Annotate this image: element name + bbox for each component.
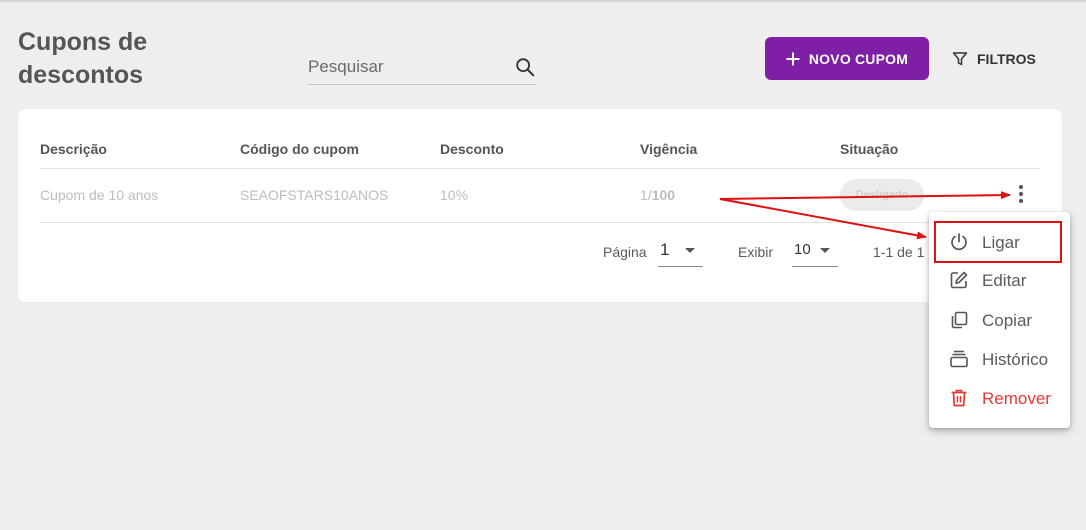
new-coupon-label: NOVO CUPOM xyxy=(808,50,909,67)
cell-description: Cupom de 10 anos xyxy=(40,187,159,203)
coupons-card: Descrição Código do cupom Desconto Vigên… xyxy=(18,109,1062,302)
menu-item-label: Ligar xyxy=(982,233,1020,252)
more-options-icon[interactable] xyxy=(1014,185,1028,207)
header-divider xyxy=(40,168,1040,169)
chevron-down-icon xyxy=(685,248,695,253)
edit-icon xyxy=(950,271,968,289)
row-divider xyxy=(40,222,1040,223)
trash-icon xyxy=(951,389,967,407)
menu-item-copiar[interactable]: Copiar xyxy=(929,302,1070,338)
menu-item-historico[interactable]: Histórico xyxy=(929,341,1070,377)
menu-item-remover[interactable]: Remover xyxy=(929,380,1070,416)
search-box[interactable] xyxy=(308,50,536,85)
page-size-value: 10 xyxy=(794,241,811,258)
column-header-discount[interactable]: Desconto xyxy=(440,141,504,157)
page-select[interactable]: 1 xyxy=(658,235,703,267)
history-icon xyxy=(950,350,968,368)
page-label: Página xyxy=(603,244,647,260)
menu-item-label: Remover xyxy=(982,389,1051,408)
menu-item-label: Copiar xyxy=(982,311,1033,330)
filter-icon xyxy=(952,52,968,66)
power-icon xyxy=(951,233,967,251)
copy-icon xyxy=(951,311,968,329)
page-size-select[interactable]: 10 xyxy=(792,235,838,267)
chevron-down-icon xyxy=(820,248,830,253)
column-header-code[interactable]: Código do cupom xyxy=(240,141,359,157)
cell-code: SEAOFSTARS10ANOS xyxy=(240,187,389,203)
pagination-range: 1-1 de 1 xyxy=(873,244,925,260)
validity-used: 1/ xyxy=(640,187,652,203)
menu-item-label: Editar xyxy=(982,271,1027,290)
page-title: Cupons de descontos xyxy=(18,28,148,89)
filters-button[interactable]: FILTROS xyxy=(952,44,1036,74)
validity-total: 100 xyxy=(651,187,676,203)
menu-item-editar[interactable]: Editar xyxy=(929,262,1070,298)
show-label: Exibir xyxy=(738,244,774,260)
cell-discount: 10% xyxy=(440,187,469,203)
top-border xyxy=(0,0,1086,2)
cell-validity: 1/100 xyxy=(640,187,675,203)
new-coupon-button[interactable]: NOVO CUPOM xyxy=(765,37,929,80)
search-icon[interactable] xyxy=(514,56,536,78)
filters-label: FILTROS xyxy=(977,51,1036,67)
menu-item-ligar[interactable]: Ligar xyxy=(929,224,1070,260)
plus-icon xyxy=(786,52,800,65)
column-header-status[interactable]: Situação xyxy=(840,141,898,157)
menu-item-label: Histórico xyxy=(982,350,1049,369)
page-select-value: 1 xyxy=(660,240,670,259)
search-input[interactable] xyxy=(308,50,498,84)
column-header-description[interactable]: Descrição xyxy=(40,141,107,157)
column-header-validity[interactable]: Vigência xyxy=(640,141,697,157)
status-badge[interactable]: Desligado xyxy=(840,179,924,211)
row-context-menu: Ligar Editar Copiar Histórico Remover xyxy=(929,212,1070,428)
